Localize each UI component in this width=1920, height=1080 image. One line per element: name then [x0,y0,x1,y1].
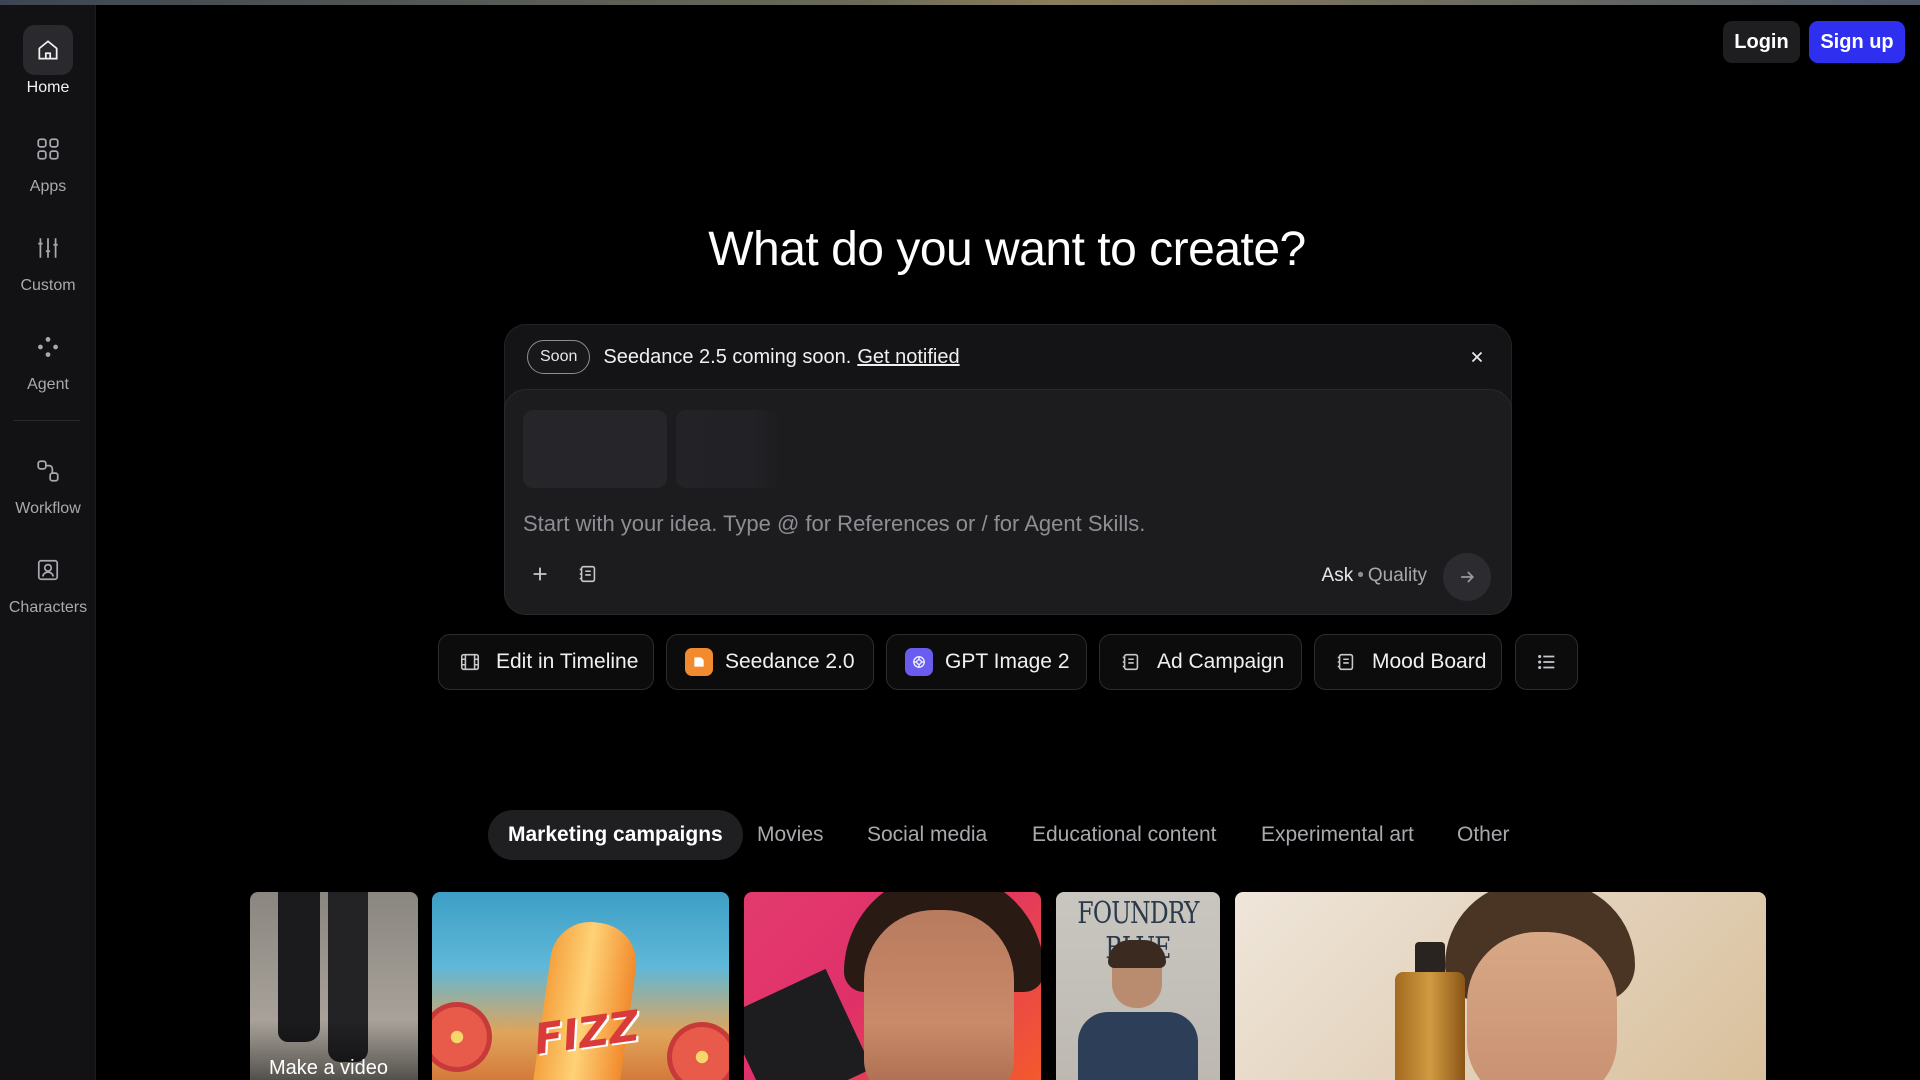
tab-other[interactable]: Other [1457,810,1510,860]
top-accent-bar [0,0,1920,5]
agent-dots-icon [23,322,73,372]
grid-icon [23,124,73,174]
card-caption: Make a video [269,1057,388,1079]
card-image [1415,942,1445,976]
mode-ask-label: Ask [1321,565,1354,586]
workflow-icon [23,446,73,496]
gallery-card[interactable] [1235,892,1766,1080]
tab-marketing-campaigns[interactable]: Marketing campaigns [488,810,743,860]
chip-label: Mood Board [1372,650,1487,673]
chip-label: GPT Image 2 [945,650,1070,673]
template-icon [1117,648,1145,676]
card-image [1108,940,1166,968]
sidebar: Home Apps Custom Agent Workflow Characte… [0,5,96,1080]
card-image [667,1022,729,1080]
sidebar-item-label: Workflow [15,500,81,517]
gallery-card[interactable]: FIZZ [432,892,729,1080]
openai-icon [905,648,933,676]
gallery-card[interactable]: Make a video [250,892,418,1080]
page-title: What do you want to create? [708,223,1306,276]
template-icon [1332,648,1360,676]
send-button[interactable] [1443,553,1491,601]
sidebar-item-label: Custom [20,277,76,294]
chip-label: Seedance 2.0 [725,650,855,673]
chip-mood-board[interactable]: Mood Board [1314,634,1502,690]
gallery-card[interactable] [744,892,1041,1080]
prompt-composer: Soon Seedance 2.5 coming soon. Get notif… [504,324,1512,615]
sidebar-item-label: Apps [29,178,67,195]
mode-quality-label: Quality [1367,565,1427,586]
chip-label: Edit in Timeline [496,650,639,673]
home-icon [23,25,73,75]
tab-movies[interactable]: Movies [757,810,824,860]
login-button[interactable]: Login [1723,21,1800,63]
signup-button[interactable]: Sign up [1809,21,1905,63]
sidebar-item-label: Characters [8,599,88,616]
mode-selector[interactable]: Ask • Quality [1322,565,1427,587]
card-image [1078,1012,1198,1080]
card-image [1395,972,1465,1080]
soon-badge: Soon [527,340,591,374]
gallery-card[interactable]: FOUNDRY BLUE [1056,892,1220,1080]
announcement-banner: Soon Seedance 2.5 coming soon. Get notif… [505,325,1511,389]
composer-input-area: Ask•Quality [504,389,1512,615]
reference-slot[interactable] [523,410,667,488]
close-icon[interactable] [1463,343,1491,371]
sidebar-item-apps[interactable]: Apps [0,124,96,212]
tab-educational-content[interactable]: Educational content [1032,810,1216,860]
film-icon [456,648,484,676]
add-icon[interactable] [523,557,557,591]
chip-edit-in-timeline[interactable]: Edit in Timeline [438,634,654,690]
card-image [432,1002,492,1072]
prompt-input[interactable] [523,506,1483,542]
sidebar-item-characters[interactable]: Characters [0,545,96,633]
list-icon [1533,648,1561,676]
sidebar-item-agent[interactable]: Agent [0,322,96,410]
tab-social-media[interactable]: Social media [867,810,987,860]
tab-experimental-art[interactable]: Experimental art [1261,810,1414,860]
mode-separator: • [1357,565,1364,586]
chip-label: Ad Campaign [1157,650,1285,673]
card-image [864,910,1014,1080]
seedance-icon [685,648,713,676]
sidebar-item-label: Agent [27,376,69,393]
chip-gpt-image[interactable]: GPT Image 2 [886,634,1087,690]
template-icon[interactable] [571,557,605,591]
sidebar-item-label: Home [26,79,70,96]
banner-text: Seedance 2.5 coming soon. [603,345,852,368]
sidebar-item-home[interactable]: Home [0,25,96,113]
get-notified-link[interactable]: Get notified [857,346,959,369]
chip-more[interactable] [1515,634,1578,690]
sidebar-divider [14,420,80,421]
reference-slot[interactable] [676,410,782,488]
chip-ad-campaign[interactable]: Ad Campaign [1099,634,1302,690]
chip-seedance[interactable]: Seedance 2.0 [666,634,874,690]
card-image [1467,932,1617,1080]
sidebar-item-workflow[interactable]: Workflow [0,446,96,534]
character-icon [23,545,73,595]
